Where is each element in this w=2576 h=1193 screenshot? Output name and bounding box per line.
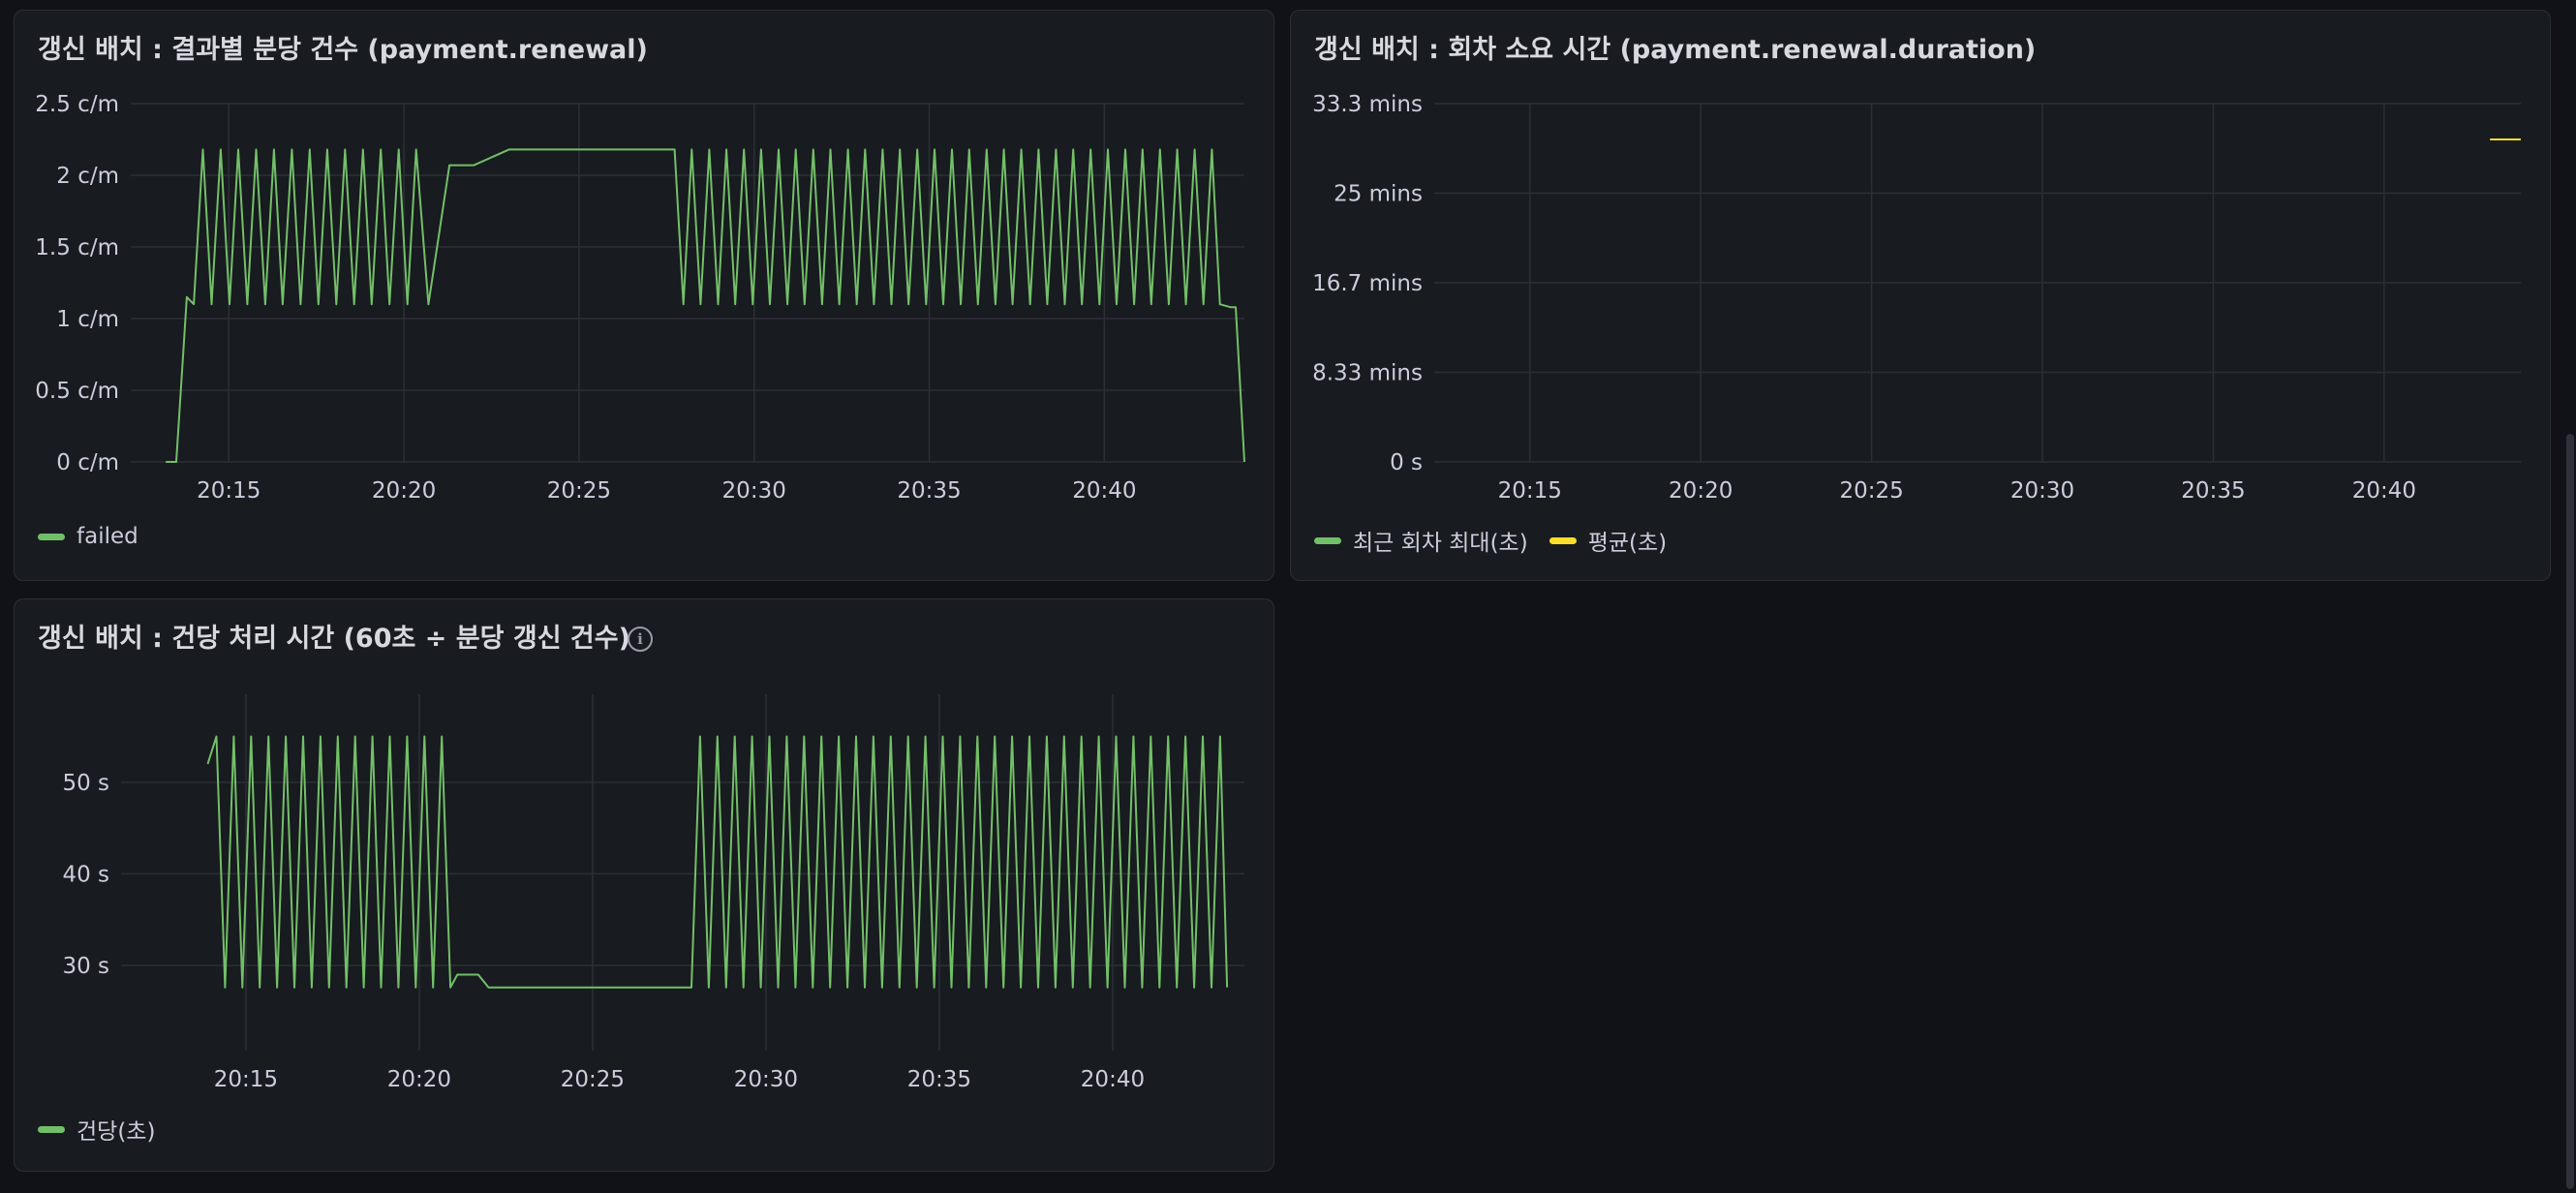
x-tick-label: 20:15 [1498, 478, 1562, 504]
x-tick-label: 20:30 [722, 478, 786, 504]
panel-renewal-count[interactable]: 갱신 배치 : 결과별 분당 건수 (payment.renewal) 0 c/… [14, 10, 1274, 581]
y-tick-label: 16.7 mins [1312, 271, 1423, 296]
x-tick-label: 20:15 [214, 1067, 278, 1092]
legend-item-failed[interactable]: failed [38, 524, 138, 549]
x-tick-label: 20:25 [547, 478, 611, 504]
y-tick-label: 1.5 c/m [35, 235, 119, 260]
y-tick-label: 50 s [62, 771, 109, 796]
x-tick-label: 20:25 [1839, 478, 1903, 504]
legend-item-recent-max[interactable]: 최근 회차 최대(초) [1314, 524, 1528, 557]
legend-item-per-item[interactable]: 건당(초) [38, 1113, 155, 1146]
page-scrollbar[interactable] [2566, 434, 2574, 1189]
legend-label: 평균(초) [1587, 531, 1668, 556]
x-tick-label: 20:40 [1072, 478, 1136, 504]
y-tick-label: 0 s [1390, 450, 1423, 475]
x-tick-label: 20:40 [2352, 478, 2416, 504]
y-tick-label: 40 s [62, 862, 109, 887]
legend-label: failed [77, 524, 138, 549]
series-line [166, 148, 1245, 463]
x-tick-label: 20:20 [1669, 478, 1733, 504]
y-tick-label: 2 c/m [56, 164, 119, 189]
legend: 최근 회차 최대(초) 평균(초) [1314, 524, 1676, 557]
panel-per-item-time[interactable]: 갱신 배치 : 건당 처리 시간 (60초 ÷ 분당 갱신 건수) i 30 s… [14, 598, 1274, 1172]
legend-label: 건당(초) [77, 1119, 156, 1145]
legend-swatch [1549, 536, 1577, 544]
x-tick-label: 20:30 [2010, 478, 2074, 504]
chart-renewal-count: 0 c/m 0.5 c/m 1 c/m 1.5 c/m 2 c/m 2.5 c/m 20:1… [35, 92, 1245, 504]
x-tick-label: 20:40 [1081, 1067, 1145, 1092]
y-tick-label: 8.33 mins [1312, 361, 1423, 386]
x-tick-label: 20:35 [2181, 478, 2245, 504]
chart-renewal-duration: 0 s 8.33 mins 16.7 mins 25 mins 33.3 mins 20:… [1312, 92, 2521, 504]
legend-swatch [38, 1125, 65, 1133]
chart-per-item-time: 30 s 40 s 50 s 20:15 20:20 20:25 20:30 20:35 20:… [62, 694, 1244, 1092]
y-tick-label: 2.5 c/m [35, 92, 119, 117]
x-tick-label: 20:35 [907, 1067, 971, 1092]
y-tick-label: 33.3 mins [1312, 92, 1423, 117]
legend-swatch [1314, 536, 1341, 544]
legend: failed [38, 524, 148, 549]
x-tick-label: 20:35 [897, 478, 961, 504]
legend-label: 최근 회차 최대(초) [1353, 531, 1528, 556]
y-tick-label: 1 c/m [56, 307, 119, 332]
legend-item-average[interactable]: 평균(초) [1549, 524, 1667, 557]
y-tick-label: 0 c/m [56, 450, 119, 475]
y-tick-label: 25 mins [1334, 182, 1423, 207]
x-tick-label: 20:30 [734, 1067, 798, 1092]
legend-swatch [38, 533, 65, 540]
x-tick-label: 20:25 [561, 1067, 625, 1092]
y-tick-label: 30 s [62, 954, 109, 979]
series-line [206, 735, 1229, 989]
x-tick-label: 20:20 [387, 1067, 451, 1092]
y-tick-label: 0.5 c/m [35, 379, 119, 404]
x-tick-label: 20:20 [372, 478, 436, 504]
legend: 건당(초) [38, 1113, 165, 1146]
panel-renewal-duration[interactable]: 갱신 배치 : 회차 소요 시간 (payment.renewal.durati… [1290, 10, 2551, 581]
x-tick-label: 20:15 [197, 478, 261, 504]
